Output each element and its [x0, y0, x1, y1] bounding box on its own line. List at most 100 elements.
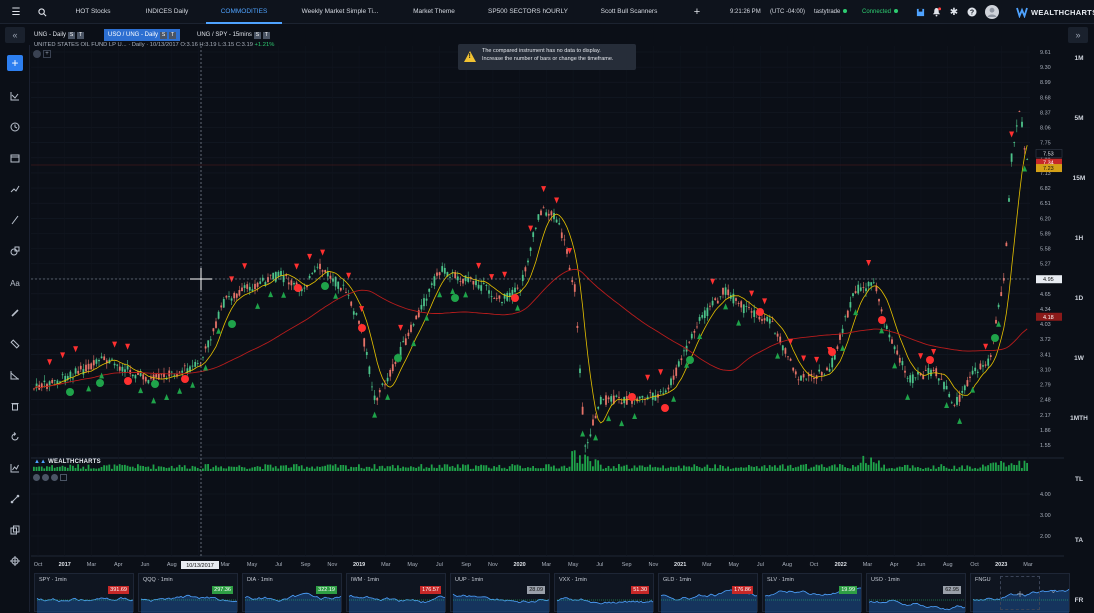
volume-bar [150, 469, 152, 471]
volume-bar [423, 469, 425, 471]
time-tick-label: Oct [970, 562, 979, 568]
candle-body [907, 378, 909, 379]
volume-bar [610, 469, 612, 471]
volume-bar [194, 467, 196, 471]
candle-body [75, 368, 77, 373]
price-tick-label: 5.27 [1040, 262, 1051, 268]
volume-bar [114, 464, 116, 471]
candle-body [363, 338, 365, 346]
volume-bar [675, 467, 677, 471]
candle-body [127, 366, 129, 370]
price-chart[interactable]: 9.619.308.998.688.378.067.757.447.136.82… [0, 0, 1094, 612]
volume-bar [111, 469, 113, 471]
volume-bar [548, 464, 550, 471]
volume-bar [77, 464, 79, 471]
candle-body [70, 372, 72, 378]
volume-bar [244, 467, 246, 471]
trend-change-dot [451, 294, 459, 302]
mini-chart-1[interactable]: SPY · 1min391.69 [34, 573, 134, 612]
volume-bar [818, 465, 820, 471]
pane-add-icon[interactable] [60, 474, 67, 481]
candle-body [387, 378, 389, 382]
volume-bar [641, 466, 643, 471]
volume-bar [823, 467, 825, 471]
volume-bar [95, 469, 97, 471]
volume-bar [992, 463, 994, 471]
candle-body [436, 272, 438, 275]
expand-down-icon[interactable]: ⌄ [1050, 586, 1057, 595]
time-tick-label: Sep [301, 562, 311, 568]
volume-bar [935, 469, 937, 471]
volume-bar [517, 465, 519, 471]
price-marker-label: 4.18 [1043, 315, 1054, 321]
volume-bar [639, 465, 641, 471]
mini-chart-9[interactable]: USO · 1min62.95 [866, 573, 966, 612]
volume-bar [927, 468, 929, 471]
settings-icon[interactable] [33, 50, 41, 58]
volume-bar [579, 455, 581, 471]
volume-bar [335, 464, 337, 471]
candle-body [376, 398, 378, 401]
pane-hide-icon[interactable] [42, 474, 49, 481]
volume-bar [306, 467, 308, 471]
candle-body [345, 292, 347, 293]
mini-chart-7[interactable]: GLD · 1min176.86 [658, 573, 758, 612]
candle-body [155, 374, 157, 377]
volume-bar [54, 468, 56, 471]
pane-settings-icon[interactable] [33, 474, 40, 481]
instrument-title[interactable]: UNITED STATES OIL FUND LP U... [34, 42, 127, 48]
price-tick-label: 7.75 [1040, 141, 1051, 147]
mini-chart-symbol: DIA · 1min [247, 577, 273, 583]
volume-bar [636, 467, 638, 471]
volume-bar [873, 462, 875, 471]
candle-body [889, 335, 891, 338]
mini-chart-8[interactable]: SLV · 1min19.99 [762, 573, 862, 612]
volume-bar [894, 469, 896, 471]
volume-bar [101, 467, 103, 471]
candle-body [899, 358, 901, 363]
volume-bar [327, 465, 329, 471]
candle-body [129, 370, 131, 374]
volume-bar [865, 463, 867, 471]
candle-body [49, 381, 51, 385]
candle-body [233, 293, 235, 298]
price-tick-label: 2.17 [1040, 413, 1051, 419]
volume-bar [779, 465, 781, 471]
volume-bar [368, 467, 370, 471]
candle-body [538, 214, 540, 220]
volume-bar [493, 466, 495, 471]
volume-bar [602, 469, 604, 471]
candle-body [161, 374, 163, 375]
time-tick-label: Mar [381, 562, 391, 568]
mini-chart-6[interactable]: VXX · 1min51.30 [554, 573, 654, 612]
legend-interval: · Daily · 10/13/2017 [128, 42, 179, 48]
volume-bar [314, 469, 316, 471]
time-tick-label: 2021 [674, 562, 686, 568]
add-indicator-icon[interactable]: + [43, 50, 51, 58]
volume-bar [881, 468, 883, 471]
pane-close-icon[interactable] [51, 474, 58, 481]
volume-bar [998, 465, 1000, 471]
volume-bar [478, 466, 480, 471]
volume-bar [725, 468, 727, 471]
candle-body [587, 442, 589, 443]
volume-bar [262, 469, 264, 471]
volume-bar [701, 468, 703, 471]
volume-bar [103, 465, 105, 471]
candle-body [449, 277, 451, 278]
brand-watermark-text: WEALTHCHARTS [48, 459, 101, 465]
mini-chart-2[interactable]: QQQ · 1min297.36 [138, 573, 238, 612]
volume-bar [566, 468, 568, 471]
add-mini-chart-button[interactable]: + [1000, 576, 1040, 610]
candle-body [748, 307, 750, 308]
volume-bar [530, 468, 532, 471]
volume-bar [415, 468, 417, 471]
mini-chart-value: 176.86 [732, 586, 753, 594]
mini-chart-3[interactable]: DIA · 1min322.19 [242, 573, 342, 612]
candle-body [83, 369, 85, 374]
volume-bar [532, 466, 534, 471]
candle-body [77, 371, 79, 374]
mini-chart-5[interactable]: UUP · 1min28.09 [450, 573, 550, 612]
mini-chart-4[interactable]: IWM · 1min176.57 [346, 573, 446, 612]
volume-bar [1005, 467, 1007, 471]
